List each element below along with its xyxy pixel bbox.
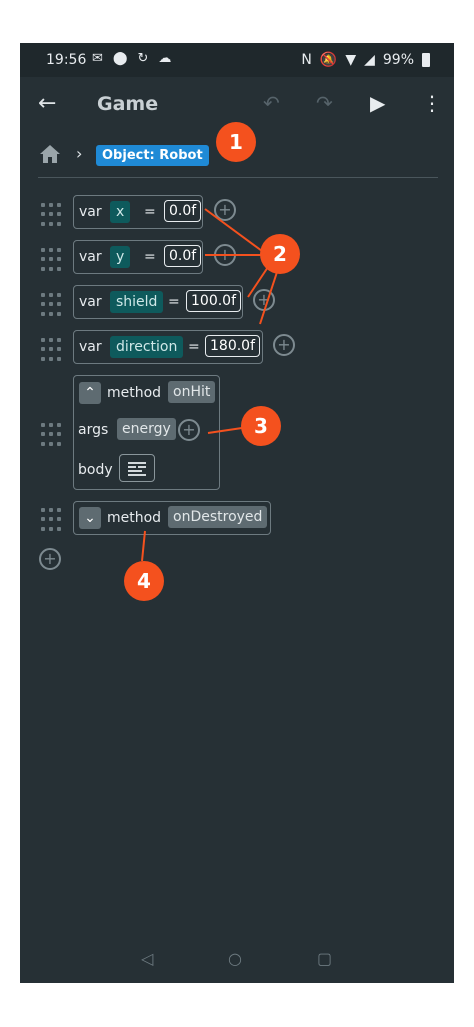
nav-recents-icon[interactable]: ▢ bbox=[317, 949, 332, 968]
callout-3: 3 bbox=[241, 406, 281, 446]
nav-home-icon[interactable]: ○ bbox=[228, 949, 242, 968]
callout-lines bbox=[141, 208, 279, 562]
phone-screen: 19:56 ✉ ⬤ ↻ ☁ N 🔕 ▼ ◢ 99% ← Game ↶ ↷ ▶ ⋮… bbox=[20, 43, 454, 983]
nav-back-icon[interactable]: ◁ bbox=[141, 949, 153, 968]
navigation-bar: ◁ ○ ▢ bbox=[20, 933, 454, 983]
callout-2: 2 bbox=[260, 234, 300, 274]
callout-1: 1 bbox=[216, 122, 256, 162]
callout-4: 4 bbox=[124, 561, 164, 601]
